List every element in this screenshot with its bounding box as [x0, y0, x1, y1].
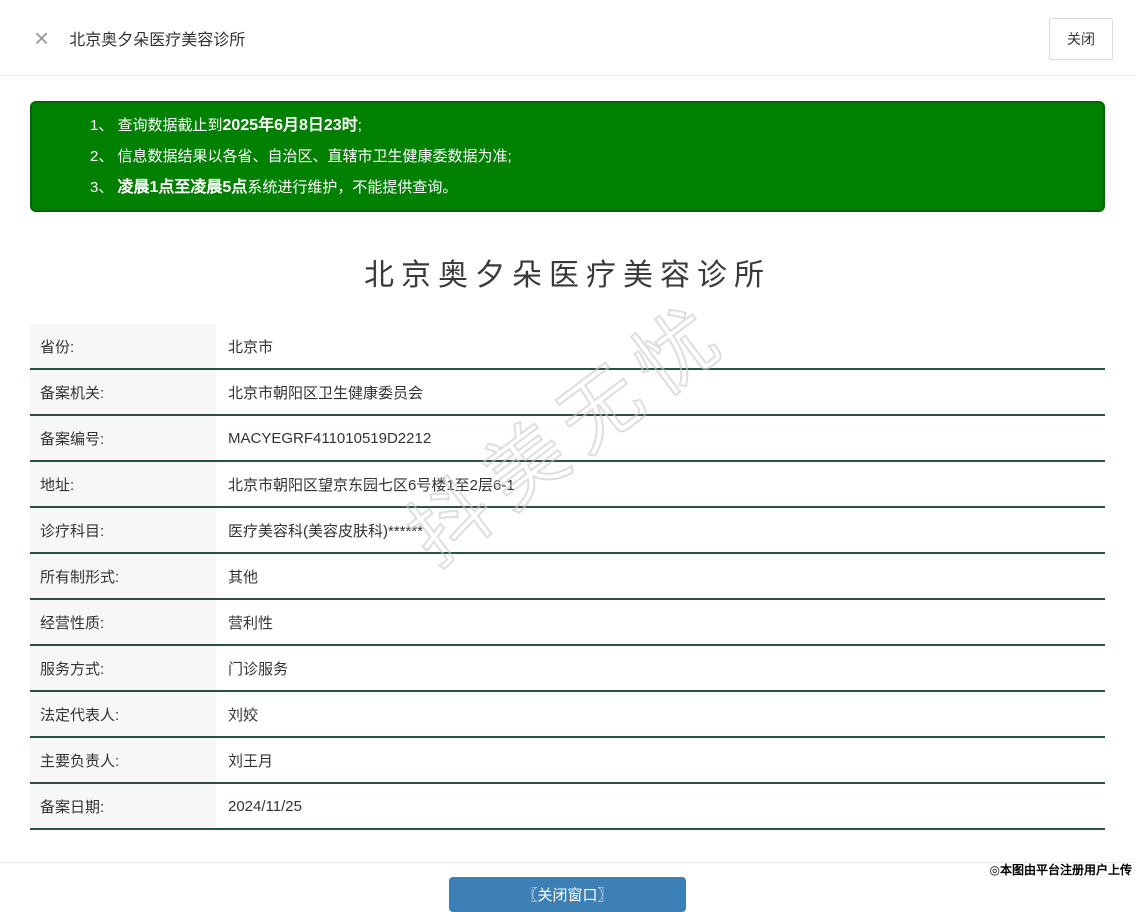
row-value: 北京市朝阳区望京东园七区6号楼1至2层6-1: [228, 476, 515, 494]
table-row: 诊疗科目: 医疗美容科(美容皮肤科)******: [30, 508, 1105, 554]
row-label: 法定代表人:: [30, 692, 216, 736]
row-label: 备案机关:: [30, 370, 216, 414]
row-label: 诊疗科目:: [30, 508, 216, 552]
row-value: 门诊服务: [228, 660, 289, 678]
table-row: 备案日期: 2024/11/25: [30, 784, 1105, 830]
row-label: 省份:: [30, 324, 216, 368]
table-row: 地址: 北京市朝阳区望京东园七区6号楼1至2层6-1: [30, 462, 1105, 508]
row-label: 经营性质:: [30, 600, 216, 644]
table-row: 经营性质: 营利性: [30, 600, 1105, 646]
close-x-icon[interactable]: ×: [34, 25, 49, 51]
row-value: 北京市: [228, 338, 274, 356]
notice-line: 2、 信息数据结果以各省、自治区、直辖市卫生健康委数据为准;: [90, 148, 512, 165]
row-label: 地址:: [30, 462, 216, 506]
table-row: 备案机关: 北京市朝阳区卫生健康委员会: [30, 370, 1105, 416]
row-value: 其他: [228, 568, 259, 586]
footer-divider: [0, 862, 1135, 863]
table-row: 服务方式: 门诊服务: [30, 646, 1105, 692]
row-label: 主要负责人:: [30, 738, 216, 782]
row-value: 营利性: [228, 614, 274, 632]
row-value: 刘王月: [228, 752, 274, 770]
table-row: 主要负责人: 刘王月: [30, 738, 1105, 784]
table-row: 省份: 北京市: [30, 324, 1105, 370]
upload-stamp: ◎本图由平台注册用户上传: [989, 863, 1132, 877]
row-label: 备案日期:: [30, 784, 216, 828]
notice-line: 1、 查询数据截止到2025年6月8日23时;: [90, 117, 362, 134]
row-label: 所有制形式:: [30, 554, 216, 598]
notice-box: 1、 查询数据截止到2025年6月8日23时; 2、 信息数据结果以各省、自治区、…: [30, 101, 1105, 212]
row-value: 医疗美容科(美容皮肤科)******: [228, 522, 424, 540]
row-value: MACYEGRF411010519D2212: [228, 429, 432, 447]
row-label: 服务方式:: [30, 646, 216, 690]
table-row: 法定代表人: 刘姣: [30, 692, 1105, 738]
notice-line: 3、 凌晨1点至凌晨5点系统进行维护，不能提供查询。: [90, 179, 458, 196]
table-row: 所有制形式: 其他: [30, 554, 1105, 600]
window-header: × 北京奥夕朵医疗美容诊所 关闭: [0, 0, 1135, 76]
row-label: 备案编号:: [30, 416, 216, 460]
table-row: 备案编号: MACYEGRF411010519D2212: [30, 416, 1105, 462]
info-table: 省份: 北京市 备案机关: 北京市朝阳区卫生健康委员会 备案编号: MACYEGRF411…: [30, 324, 1105, 830]
window-title: 北京奥夕朵医疗美容诊所: [69, 31, 246, 49]
row-value: 北京市朝阳区卫生健康委员会: [228, 384, 424, 402]
page-title: 北京奥夕朵医疗美容诊所: [364, 259, 771, 292]
row-value: 2024/11/25: [228, 797, 302, 815]
close-window-button[interactable]: 〖关闭窗口〗: [449, 877, 686, 912]
row-value: 刘姣: [228, 706, 259, 724]
close-button[interactable]: 关闭: [1049, 18, 1113, 60]
